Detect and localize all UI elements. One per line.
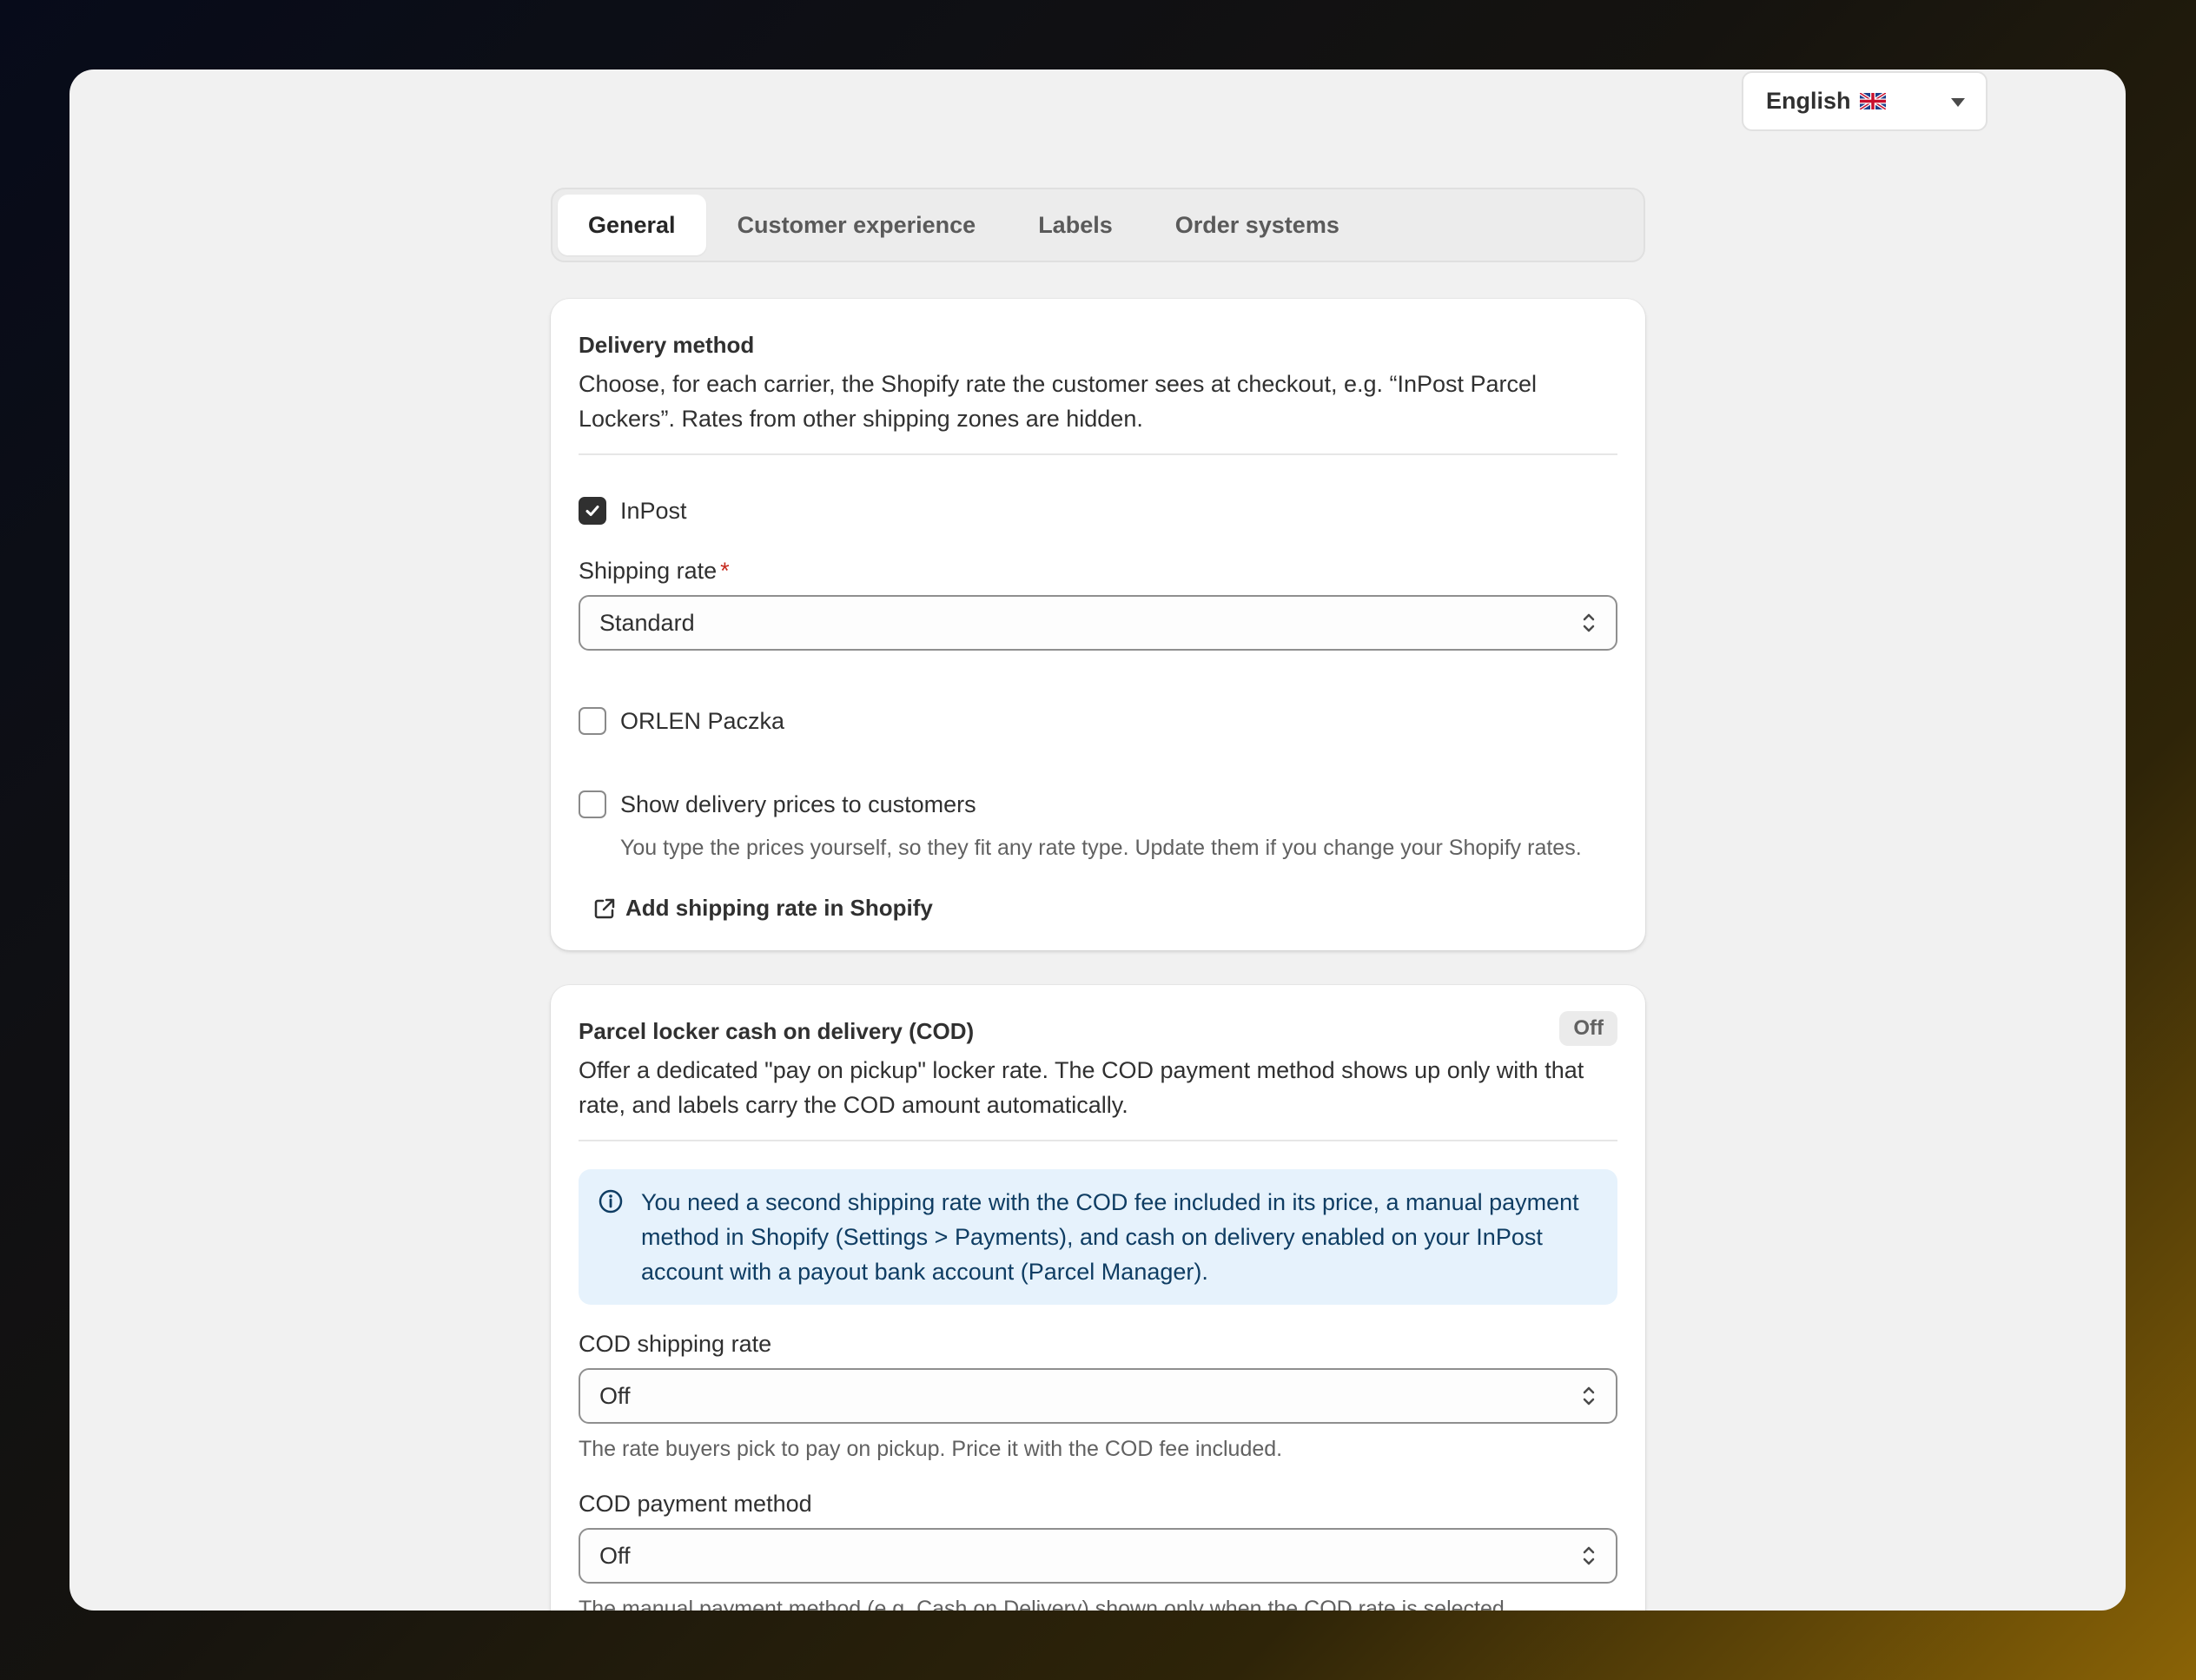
show-prices-checkbox[interactable] bbox=[579, 790, 606, 818]
divider bbox=[579, 1140, 1617, 1141]
inpost-checkbox-row[interactable]: InPost bbox=[579, 497, 687, 525]
required-mark: * bbox=[720, 558, 730, 584]
inpost-checkbox[interactable] bbox=[579, 497, 606, 525]
cod-shipping-rate-label: COD shipping rate bbox=[579, 1331, 772, 1357]
orlen-label: ORLEN Paczka bbox=[620, 707, 785, 734]
orlen-checkbox[interactable] bbox=[579, 707, 606, 735]
orlen-checkbox-row[interactable]: ORLEN Paczka bbox=[579, 707, 784, 735]
chevron-down-icon bbox=[1951, 98, 1965, 107]
cod-payment-method-help: The manual payment method (e.g. Cash on … bbox=[579, 1597, 1511, 1611]
cod-shipping-rate-value: Off bbox=[599, 1382, 631, 1409]
status-badge: Off bbox=[1559, 1011, 1617, 1046]
delivery-method-description: Choose, for each carrier, the Shopify ra… bbox=[579, 371, 1538, 432]
inpost-label: InPost bbox=[620, 497, 687, 524]
tab-customer-experience[interactable]: Customer experience bbox=[706, 195, 1008, 255]
cod-shipping-rate-select[interactable]: Off bbox=[579, 1368, 1617, 1424]
uk-flag-icon bbox=[1859, 93, 1886, 109]
divider bbox=[579, 453, 1617, 455]
select-arrows-icon bbox=[1583, 613, 1595, 632]
tab-labels[interactable]: Labels bbox=[1007, 195, 1144, 255]
select-arrows-icon bbox=[1583, 1386, 1595, 1406]
cod-title: Parcel locker cash on delivery (COD) bbox=[579, 1018, 975, 1044]
delivery-method-title: Delivery method bbox=[579, 332, 755, 358]
app-window: English General Customer experience Labe… bbox=[69, 69, 2126, 1611]
cod-payment-method-label: COD payment method bbox=[579, 1491, 812, 1517]
add-shipping-rate-link[interactable]: Add shipping rate in Shopify bbox=[592, 895, 933, 922]
cod-payment-method-value: Off bbox=[599, 1542, 631, 1569]
cod-shipping-rate-help: The rate buyers pick to pay on pickup. P… bbox=[579, 1437, 1283, 1461]
cod-card: Parcel locker cash on delivery (COD) Off… bbox=[551, 985, 1645, 1611]
info-banner: You need a second shipping rate with the… bbox=[579, 1169, 1617, 1305]
checkmark-icon bbox=[585, 506, 599, 516]
shipping-rate-label: Shipping rate * bbox=[579, 558, 730, 584]
show-prices-checkbox-row[interactable]: Show delivery prices to customers bbox=[579, 790, 976, 818]
language-label: English bbox=[1766, 88, 1851, 114]
tab-order-systems[interactable]: Order systems bbox=[1144, 195, 1371, 255]
show-prices-label: Show delivery prices to customers bbox=[620, 790, 976, 817]
cod-description: Offer a dedicated "pay on pickup" locker… bbox=[579, 1057, 1584, 1118]
cod-payment-method-select[interactable]: Off bbox=[579, 1528, 1617, 1584]
shipping-rate-select[interactable]: Standard bbox=[579, 595, 1617, 651]
language-selector[interactable]: English bbox=[1742, 71, 1988, 131]
info-icon bbox=[599, 1189, 623, 1214]
settings-tabs: General Customer experience Labels Order… bbox=[551, 188, 1645, 262]
tab-general[interactable]: General bbox=[558, 195, 706, 255]
delivery-method-card: Delivery method Choose, for each carrier… bbox=[551, 299, 1645, 950]
external-link-icon bbox=[594, 898, 615, 918]
shipping-rate-value: Standard bbox=[599, 609, 695, 636]
select-arrows-icon bbox=[1583, 1546, 1595, 1565]
show-prices-help: You type the prices yourself, so they fi… bbox=[620, 836, 1582, 860]
info-banner-text: You need a second shipping rate with the… bbox=[641, 1189, 1579, 1285]
